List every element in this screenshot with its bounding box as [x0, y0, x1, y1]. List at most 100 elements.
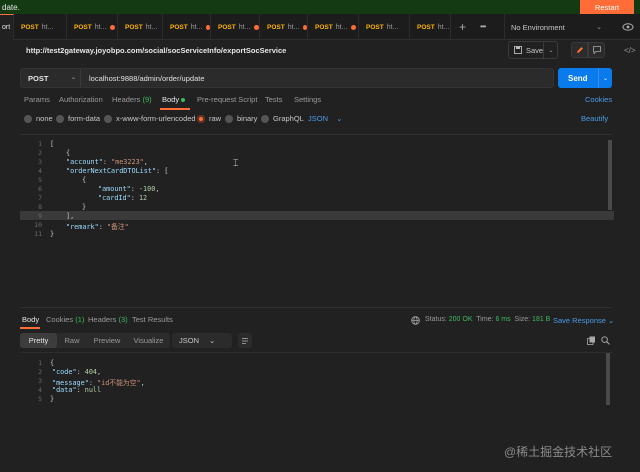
code-line: "code": 404, — [52, 368, 102, 376]
tab-settings[interactable]: Settings — [294, 95, 321, 104]
tab-test-results[interactable]: Test Results — [132, 315, 173, 324]
line-number: 6 — [38, 185, 42, 193]
method-select[interactable]: POST ⌄ — [21, 69, 81, 87]
tab-response-headers[interactable]: Headers (3) — [88, 315, 128, 324]
line-number: 3 — [38, 377, 42, 385]
tab-method: POST — [74, 23, 92, 31]
request-tab[interactable]: POST ht... — [309, 14, 359, 40]
request-title[interactable]: http://test2gateway.joyobpo.com/social/s… — [26, 46, 286, 55]
response-format-select[interactable]: JSON ⌄ — [172, 333, 232, 348]
more-tabs-button[interactable]: ••• — [480, 22, 486, 31]
chevron-down-icon: ⌄ — [596, 24, 602, 31]
time-value[interactable]: 6 ms — [495, 316, 510, 323]
request-tab[interactable]: POST ht... — [360, 14, 410, 40]
beautify-link[interactable]: Beautify — [581, 114, 608, 123]
tab-body-label: Body — [162, 95, 180, 104]
tab-tests[interactable]: Tests — [265, 95, 283, 104]
response-view-controls: Pretty Raw Preview Visualize JSON ⌄ — [20, 333, 610, 349]
send-label: Send — [568, 73, 588, 83]
wrap-lines-button[interactable] — [238, 333, 252, 348]
tab-params[interactable]: Params — [24, 95, 50, 104]
url-input[interactable] — [89, 69, 549, 87]
request-tab[interactable]: POST ht... — [411, 14, 451, 40]
request-tab[interactable]: POST ht... — [212, 14, 260, 40]
chevron-down-icon: ⌄ — [602, 75, 609, 82]
status-value[interactable]: 200 OK — [449, 316, 473, 323]
radio-form-data[interactable]: form-data — [56, 114, 100, 123]
response-scrollbar[interactable] — [606, 353, 610, 405]
cookies-link[interactable]: Cookies — [585, 95, 612, 104]
tab-headers-label: Headers — [112, 95, 141, 104]
request-tab[interactable]: POST ht... — [68, 14, 118, 40]
new-tab-button[interactable]: + — [459, 20, 466, 34]
chevron-down-icon: ⌄ — [209, 336, 216, 345]
globe-icon[interactable] — [411, 316, 420, 325]
view-raw-button[interactable]: Raw — [57, 333, 87, 348]
json-string: "备注" — [106, 223, 129, 231]
radio-binary[interactable]: binary — [225, 114, 257, 123]
radio-raw[interactable]: raw — [197, 114, 221, 123]
line-number: 7 — [38, 194, 42, 202]
save-options-button[interactable]: ⌄ — [543, 41, 558, 59]
tab-method: POST — [366, 23, 384, 31]
request-tab[interactable]: POST ht... — [164, 14, 211, 40]
line-number: 5 — [38, 176, 42, 184]
view-preview-button[interactable]: Preview — [87, 333, 127, 348]
line-number: 1 — [38, 140, 42, 148]
comments-button[interactable] — [588, 42, 605, 58]
radio-graphql[interactable]: GraphQL — [261, 114, 304, 123]
request-tab[interactable]: POST ht... — [119, 14, 163, 40]
size-value[interactable]: 181 B — [532, 316, 550, 323]
view-visualize-button[interactable]: Visualize — [127, 333, 170, 348]
radio-icon — [225, 114, 233, 123]
tab-authorization[interactable]: Authorization — [59, 95, 103, 104]
restart-button[interactable]: Restart — [580, 0, 634, 14]
search-icon[interactable] — [601, 336, 610, 345]
copy-icon[interactable] — [587, 336, 596, 345]
code-line: ], — [66, 212, 75, 220]
view-pretty-button[interactable]: Pretty — [20, 333, 57, 348]
response-body-viewer[interactable]: 1 2 3 4 5 { "code": 404, "message": "id不… — [20, 355, 606, 435]
code-snippet-icon[interactable]: </> — [624, 46, 636, 55]
radio-none[interactable]: none — [24, 114, 53, 123]
status-label: Status: — [425, 316, 447, 323]
method-label: POST — [28, 73, 49, 83]
editor-scrollbar[interactable] — [608, 140, 612, 210]
tab-response-body[interactable]: Body — [22, 315, 39, 324]
request-tab[interactable]: POST ht... — [261, 14, 308, 40]
unsaved-dot-icon — [254, 24, 259, 30]
tab-response-cookies[interactable]: Cookies (1) — [46, 315, 84, 324]
request-tab[interactable]: POST ht... — [15, 14, 67, 40]
radio-selected-icon — [197, 114, 205, 123]
eye-icon[interactable] — [622, 21, 634, 33]
time-label: Time: — [476, 316, 494, 323]
environment-label: No Environment — [511, 22, 565, 32]
size-label: Size: — [514, 316, 531, 323]
json-key: "account" — [66, 158, 103, 166]
tab-method: POST — [315, 23, 333, 31]
edit-button[interactable] — [571, 42, 588, 58]
request-body-editor[interactable]: 1 2 3 4 5 6 7 8 9 10 11 [ { "account": "… — [20, 134, 612, 308]
request-tab-current[interactable]: ort — [0, 14, 14, 40]
code-line: "data": null — [52, 386, 102, 394]
json-number: -100 — [138, 185, 156, 193]
tab-label: ht... — [41, 23, 54, 31]
radio-icon — [24, 114, 32, 123]
comment-icon — [592, 46, 601, 54]
save-response-label: Save Response — [553, 316, 606, 325]
radio-icon — [261, 114, 269, 123]
tab-method: POST — [218, 23, 236, 31]
line-number: 5 — [38, 395, 42, 403]
response-status-bar: Status: 200 OK Time: 6 ms Size: 181 B — [425, 316, 550, 323]
json-number: 12 — [138, 194, 148, 202]
radio-urlencoded[interactable]: x-www-form-urlencoded — [104, 114, 196, 123]
tab-body[interactable]: Body — [162, 95, 186, 104]
tab-label: ht... — [190, 23, 203, 31]
save-response-button[interactable]: Save Response ⌄ — [553, 316, 614, 325]
body-format-select[interactable]: JSON ⌄ — [308, 114, 342, 123]
tab-prerequest-script[interactable]: Pre-request Script — [197, 95, 257, 104]
tab-label: ht... — [238, 23, 251, 31]
tab-headers[interactable]: Headers (9) — [112, 95, 152, 104]
environment-select[interactable]: No Environment ⌄ — [504, 14, 608, 40]
send-options-button[interactable]: ⌄ — [598, 68, 612, 88]
